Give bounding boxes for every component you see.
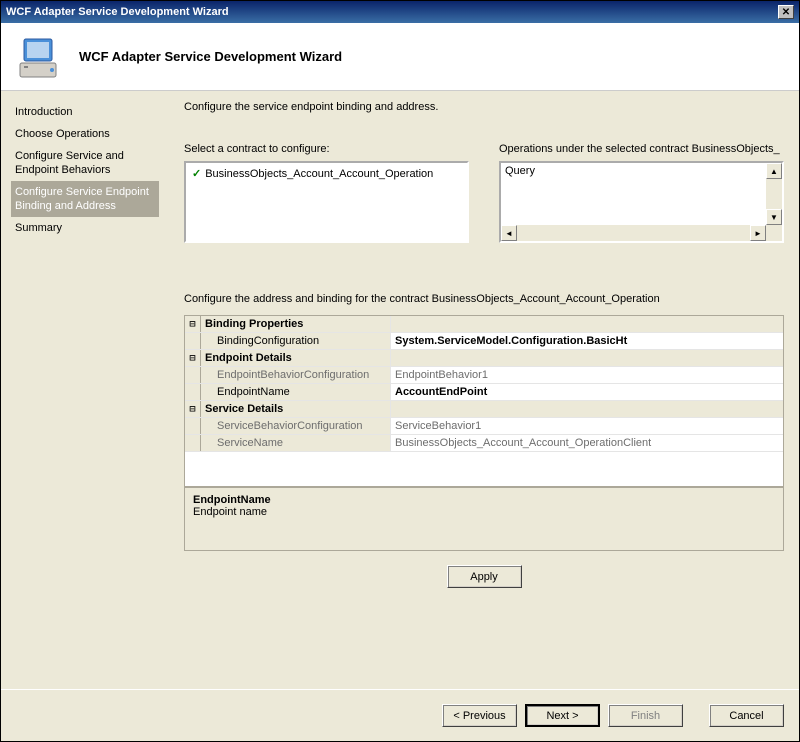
body: Introduction Choose Operations Configure… (1, 91, 799, 689)
pg-name: ServiceBehaviorConfiguration (201, 418, 391, 434)
scroll-track[interactable] (517, 225, 750, 241)
sidebar-item-choose-operations[interactable]: Choose Operations (11, 123, 159, 145)
titlebar-title: WCF Adapter Service Development Wizard (6, 6, 229, 18)
pg-value[interactable]: BusinessObjects_Account_Account_Operatio… (391, 435, 783, 451)
pg-value[interactable]: System.ServiceModel.Configuration.BasicH… (391, 333, 783, 349)
header: WCF Adapter Service Development Wizard (1, 23, 799, 91)
horizontal-scrollbar[interactable]: ◄ ► (501, 225, 766, 241)
scroll-right-icon[interactable]: ► (750, 225, 766, 241)
collapse-icon[interactable]: ⊟ (185, 350, 201, 366)
operations-listbox[interactable]: Query ▲ ▼ ◄ ► (499, 161, 784, 243)
scroll-up-icon[interactable]: ▲ (766, 163, 782, 179)
scroll-down-icon[interactable]: ▼ (766, 209, 782, 225)
pg-row-servicebehaviorconfiguration[interactable]: ServiceBehaviorConfiguration ServiceBeha… (185, 418, 783, 435)
previous-button[interactable]: < Previous (442, 704, 517, 727)
pg-value[interactable]: EndpointBehavior1 (391, 367, 783, 383)
scroll-corner (766, 225, 782, 241)
computer-icon (16, 33, 64, 81)
desc-text: Endpoint name (193, 506, 775, 518)
sidebar-item-summary[interactable]: Summary (11, 217, 159, 239)
pg-group-title: Endpoint Details (201, 350, 391, 366)
pg-row-endpointbehaviorconfiguration[interactable]: EndpointBehaviorConfiguration EndpointBe… (185, 367, 783, 384)
next-button[interactable]: Next > (525, 704, 600, 727)
property-description: EndpointName Endpoint name (184, 487, 784, 551)
vertical-scrollbar[interactable]: ▲ ▼ (766, 163, 782, 225)
operation-item[interactable]: Query (501, 163, 782, 179)
close-button[interactable]: ✕ (778, 5, 794, 19)
pg-value[interactable]: ServiceBehavior1 (391, 418, 783, 434)
pg-name: EndpointBehaviorConfiguration (201, 367, 391, 383)
sidebar: Introduction Choose Operations Configure… (1, 91, 159, 689)
apply-row: Apply (184, 565, 784, 588)
pg-group-binding[interactable]: ⊟ Binding Properties (185, 316, 783, 333)
sidebar-item-configure-endpoint[interactable]: Configure Service Endpoint Binding and A… (11, 181, 159, 217)
contracts-label: Select a contract to configure: (184, 143, 469, 155)
instruction-text: Configure the service endpoint binding a… (184, 101, 784, 113)
apply-button[interactable]: Apply (447, 565, 522, 588)
contract-item-label: BusinessObjects_Account_Account_Operatio… (205, 168, 433, 180)
wizard-window: WCF Adapter Service Development Wizard ✕… (0, 0, 800, 742)
pg-group-service[interactable]: ⊟ Service Details (185, 401, 783, 418)
titlebar: WCF Adapter Service Development Wizard ✕ (1, 1, 799, 23)
operations-column: Operations under the selected contract B… (499, 143, 784, 243)
check-icon: ✓ (192, 167, 201, 180)
pg-row-endpointname[interactable]: EndpointName AccountEndPoint (185, 384, 783, 401)
contract-item[interactable]: ✓ BusinessObjects_Account_Account_Operat… (188, 165, 465, 182)
pg-group-title: Binding Properties (201, 316, 391, 332)
sidebar-item-configure-behaviors[interactable]: Configure Service and Endpoint Behaviors (11, 145, 159, 181)
contracts-column: Select a contract to configure: ✓ Busine… (184, 143, 469, 243)
configure-contract-label: Configure the address and binding for th… (184, 293, 784, 305)
collapse-icon[interactable]: ⊟ (185, 401, 201, 417)
operations-label: Operations under the selected contract B… (499, 143, 784, 155)
pg-row-servicename[interactable]: ServiceName BusinessObjects_Account_Acco… (185, 435, 783, 452)
pg-value[interactable]: AccountEndPoint (391, 384, 783, 400)
footer: < Previous Next > Finish Cancel (1, 689, 799, 741)
pg-name: BindingConfiguration (201, 333, 391, 349)
pg-name: ServiceName (201, 435, 391, 451)
collapse-icon[interactable]: ⊟ (185, 316, 201, 332)
cancel-button[interactable]: Cancel (709, 704, 784, 727)
pg-group-endpoint[interactable]: ⊟ Endpoint Details (185, 350, 783, 367)
pg-blank (185, 452, 783, 486)
sidebar-item-introduction[interactable]: Introduction (11, 101, 159, 123)
finish-button: Finish (608, 704, 683, 727)
property-grid: ⊟ Binding Properties BindingConfiguratio… (184, 315, 784, 487)
scroll-track[interactable] (766, 179, 782, 209)
contracts-listbox[interactable]: ✓ BusinessObjects_Account_Account_Operat… (184, 161, 469, 243)
header-title: WCF Adapter Service Development Wizard (79, 49, 342, 64)
pg-name: EndpointName (201, 384, 391, 400)
pg-group-title: Service Details (201, 401, 391, 417)
scroll-left-icon[interactable]: ◄ (501, 225, 517, 241)
main-panel: Configure the service endpoint binding a… (159, 91, 799, 689)
contracts-row: Select a contract to configure: ✓ Busine… (184, 143, 784, 243)
pg-row-bindingconfiguration[interactable]: BindingConfiguration System.ServiceModel… (185, 333, 783, 350)
desc-title: EndpointName (193, 494, 775, 506)
